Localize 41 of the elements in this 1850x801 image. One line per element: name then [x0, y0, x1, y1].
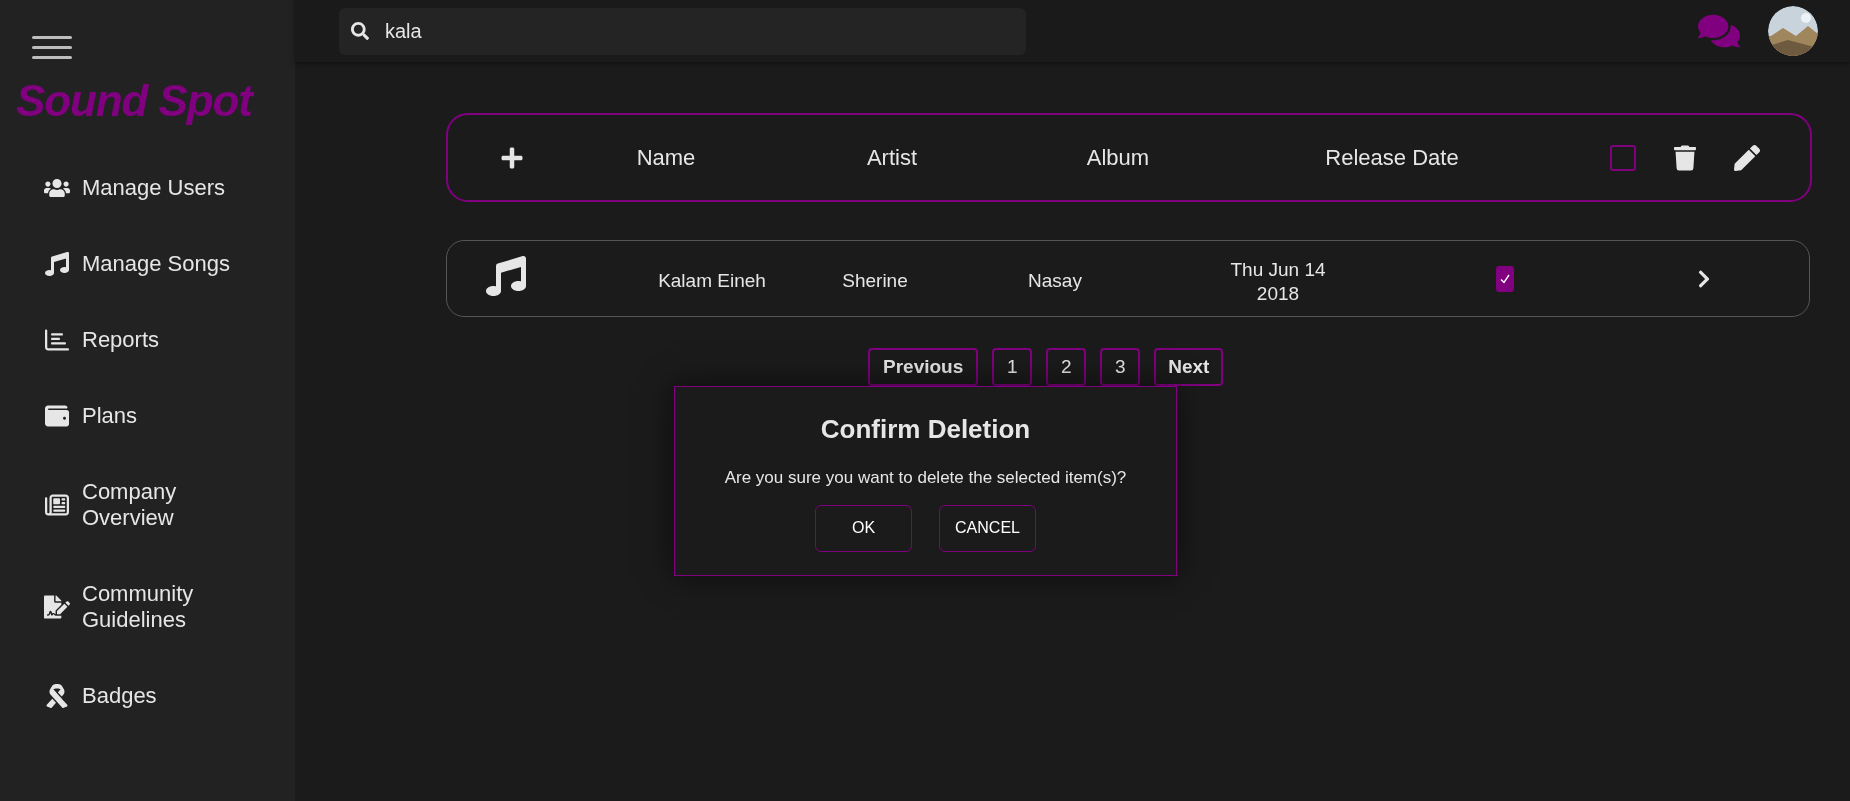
dialog-title: Confirm Deletion: [820, 413, 1031, 446]
column-header: Release Date: [1325, 144, 1459, 172]
search-icon: [351, 21, 369, 40]
ribbon-icon: [44, 684, 70, 708]
checkbox[interactable]: [1496, 265, 1514, 292]
sidebar-item[interactable]: Manage Users: [0, 150, 295, 226]
music-note-icon: [44, 252, 70, 276]
newspaper-icon: [44, 493, 70, 517]
sidebar-item[interactable]: Manage Songs: [0, 226, 295, 302]
column-header: Artist: [866, 144, 918, 172]
check-icon: [1499, 272, 1511, 285]
chevron-right-icon[interactable]: [1696, 268, 1712, 289]
table-cell-text: Thu Jun 14 2018: [1229, 257, 1327, 306]
music-note-icon: [486, 255, 526, 296]
table-cell-text: Nasay: [1028, 269, 1082, 294]
song-row[interactable]: Kalam Eineh Sherine Nasay Thu Jun 14 2018: [446, 240, 1810, 317]
previous-button[interactable]: Previous: [868, 348, 979, 386]
wallet-icon: [44, 404, 70, 428]
signed-document-icon: [44, 595, 70, 619]
table-cell-text: Sherine: [842, 269, 908, 294]
dialog-button[interactable]: OK: [815, 504, 912, 552]
sidebar-item[interactable]: Community Guidelines: [0, 556, 295, 658]
sidebar-item[interactable]: Reports: [0, 302, 295, 378]
sidebar-item[interactable]: Badges: [0, 658, 295, 734]
table-cell-text: Kalam Eineh: [658, 269, 766, 294]
bar-chart-icon: [44, 328, 70, 352]
next-button[interactable]: Next: [1154, 348, 1224, 386]
sidebar-item[interactable]: Plans: [0, 378, 295, 454]
sidebar-item[interactable]: Company Overview: [0, 454, 295, 556]
menu-icon[interactable]: [32, 36, 72, 59]
checkbox[interactable]: [1610, 144, 1636, 171]
pencil-icon[interactable]: [1734, 144, 1760, 171]
trash-icon[interactable]: [1674, 144, 1696, 171]
column-header: Name: [636, 144, 696, 172]
column-header: Album: [1086, 144, 1150, 172]
logo: Sound Spot: [16, 79, 295, 123]
users-icon: [44, 176, 70, 200]
dialog-message: Are you sure you want to delete the selected item(s)?: [724, 467, 1127, 489]
add-icon[interactable]: [500, 145, 524, 170]
search-field[interactable]: kala: [339, 7, 1026, 55]
dialog-button[interactable]: CANCEL: [939, 504, 1036, 552]
